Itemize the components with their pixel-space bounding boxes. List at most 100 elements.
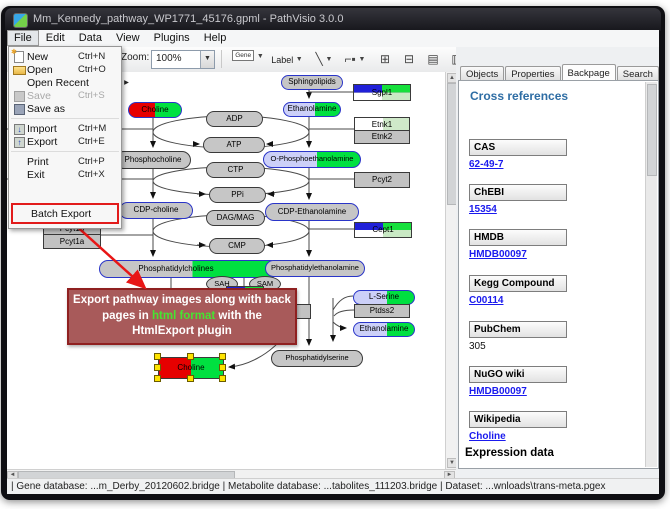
xref-link-wikipedia[interactable]: Choline: [469, 431, 506, 442]
node-cmp[interactable]: CMP: [209, 238, 265, 254]
menu-separator: [11, 118, 119, 119]
node-atp[interactable]: ATP: [203, 137, 265, 153]
titlebar[interactable]: Mm_Kennedy_pathway_WP1771_45176.gpml - P…: [5, 8, 661, 31]
submenu-arrow-icon: ▸: [89, 77, 129, 88]
menu-edit[interactable]: Edit: [39, 30, 72, 46]
xref-link-nugo[interactable]: HMDB00097: [469, 386, 527, 397]
node-phosphatidylethanolamine[interactable]: Phosphatidylethanolamine: [265, 260, 365, 277]
menu-item-open-recent[interactable]: Open Recent▸: [9, 76, 121, 89]
selection-handle[interactable]: [154, 364, 161, 371]
selection-handle[interactable]: [154, 375, 161, 382]
selection-handle[interactable]: [187, 353, 194, 360]
label-tool[interactable]: Label ▼: [267, 49, 307, 70]
expression-data-heading: Expression data: [465, 447, 554, 459]
selection-handle[interactable]: [219, 353, 226, 360]
menu-item-new[interactable]: ✱ NewCtrl+N: [9, 50, 121, 63]
menu-item-print[interactable]: PrintCtrl+P: [9, 155, 121, 168]
distribute-horizontal-icon: ▤: [427, 52, 438, 66]
scrollbar-thumb[interactable]: [647, 84, 657, 176]
app-icon: [13, 13, 28, 28]
xref-header-chebi: ChEBI: [469, 184, 567, 201]
xref-link-chebi[interactable]: 15354: [469, 204, 497, 215]
node-cdp-choline[interactable]: CDP-choline: [119, 202, 193, 219]
callout-line3: HtmlExport plugin: [71, 324, 293, 340]
new-file-icon: ✱: [11, 51, 27, 62]
chevron-down-icon[interactable]: ▼: [326, 56, 333, 63]
node-choline[interactable]: Choline: [128, 102, 182, 118]
menu-item-batch-export[interactable]: Batch Export: [13, 207, 117, 220]
gene-cept1[interactable]: Cept1: [354, 222, 412, 238]
menu-help[interactable]: Help: [197, 30, 234, 46]
window-title: Mm_Kennedy_pathway_WP1771_45176.gpml - P…: [33, 8, 343, 31]
selection-handle[interactable]: [219, 364, 226, 371]
align-middle-button[interactable]: ⊟: [399, 49, 419, 70]
panel-scrollbar[interactable]: [645, 82, 657, 467]
xref-link-cas[interactable]: 62-49-7: [469, 159, 503, 170]
node-ctp[interactable]: CTP: [206, 162, 265, 178]
zoom-dropdown-arrow[interactable]: ▼: [200, 51, 214, 68]
gene-pcyt2[interactable]: Pcyt2: [354, 172, 410, 188]
open-folder-icon: [11, 64, 27, 75]
menu-plugins[interactable]: Plugins: [147, 30, 197, 46]
align-center-icon: ⊞: [380, 52, 390, 66]
zoom-combobox[interactable]: 100% ▼: [151, 50, 215, 69]
xref-link-hmdb[interactable]: HMDB00097: [469, 249, 527, 260]
toolbar-separator: [221, 50, 222, 68]
node-ethanolamine[interactable]: Ethanolamine: [283, 102, 341, 117]
gene-sgpl1[interactable]: Sgpl1: [353, 84, 411, 101]
callout-line1: Export pathway images along with back: [71, 293, 293, 309]
selection-handle[interactable]: [219, 375, 226, 382]
selection-handle[interactable]: [154, 353, 161, 360]
menu-item-open[interactable]: OpenCtrl+O: [9, 63, 121, 76]
status-bar: | Gene database: ...m_Derby_20120602.bri…: [7, 478, 659, 494]
menu-view[interactable]: View: [109, 30, 147, 46]
callout-line2: pages in html format with the: [71, 309, 293, 325]
menu-item-save-as[interactable]: Save as: [9, 102, 121, 115]
xref-header-hmdb: HMDB: [469, 229, 567, 246]
selection-handle[interactable]: [187, 375, 194, 382]
gene-datanode-tool[interactable]: Gene ▼: [229, 49, 267, 70]
line-tool[interactable]: ╲ ▼: [309, 49, 339, 70]
save-as-disk-icon: [11, 103, 27, 114]
gene-ptdss2[interactable]: Ptdss2: [354, 304, 410, 318]
menu-item-export[interactable]: ↑ ExportCtrl+E: [9, 135, 121, 148]
node-ppi[interactable]: PPi: [209, 187, 266, 203]
align-center-button[interactable]: ⊞: [375, 49, 395, 70]
node-dag[interactable]: DAG/MAG: [206, 210, 265, 226]
connector-tool[interactable]: ⌐▪ ▼: [340, 49, 370, 70]
xref-header-wikipedia: Wikipedia: [469, 411, 567, 428]
node-phosphatidylcholines[interactable]: Phosphatidylcholines: [99, 260, 279, 278]
node-phosphocholine[interactable]: Phosphocholine: [115, 151, 191, 169]
zoom-label: Zoom:: [121, 52, 149, 63]
line-icon: ╲: [316, 52, 323, 66]
menu-file[interactable]: File: [7, 30, 39, 46]
distribute-horizontal-button[interactable]: ▤: [423, 49, 443, 70]
zoom-value: 100%: [156, 51, 182, 67]
node-l-serine[interactable]: L-Serine: [353, 290, 415, 305]
xref-header-pubchem: PubChem: [469, 321, 567, 338]
xref-header-nugo: NuGO wiki: [469, 366, 567, 383]
node-adp[interactable]: ADP: [206, 111, 263, 127]
node-phosphatidylserine[interactable]: Phosphatidylserine: [271, 350, 363, 367]
pathvisio-window: Mm_Kennedy_pathway_WP1771_45176.gpml - P…: [0, 0, 670, 509]
chevron-down-icon[interactable]: ▼: [257, 53, 264, 60]
chevron-down-icon[interactable]: ▼: [296, 56, 303, 63]
menu-separator: [11, 151, 119, 152]
align-middle-icon: ⊟: [404, 52, 414, 66]
xref-link-kegg[interactable]: C00114: [469, 295, 503, 306]
node-sphingolipids[interactable]: Sphingolipids: [281, 75, 343, 90]
gene-pcyt1a[interactable]: Pcyt1a: [43, 234, 101, 249]
annotation-callout: Export pathway images along with back pa…: [67, 288, 297, 345]
save-disk-icon: [11, 90, 27, 101]
backpage-panel: Cross references CAS 62-49-7 ChEBI 15354…: [458, 80, 659, 469]
callout-highlight: html format: [152, 310, 215, 322]
node-o-phosphoethanolamine[interactable]: O-Phosphoethanolamine: [263, 151, 361, 168]
menu-spacer: [9, 181, 121, 203]
gene-etnk2[interactable]: Etnk2: [354, 130, 410, 144]
menu-item-import[interactable]: ↓ ImportCtrl+M: [9, 122, 121, 135]
node-ethanolamine-2[interactable]: Ethanolamine: [353, 322, 415, 337]
chevron-down-icon[interactable]: ▼: [359, 56, 366, 63]
node-cdp-ethanolamine[interactable]: CDP-Ethanolamine: [265, 203, 359, 221]
menu-item-exit[interactable]: ExitCtrl+X: [9, 168, 121, 181]
menu-data[interactable]: Data: [72, 30, 109, 46]
